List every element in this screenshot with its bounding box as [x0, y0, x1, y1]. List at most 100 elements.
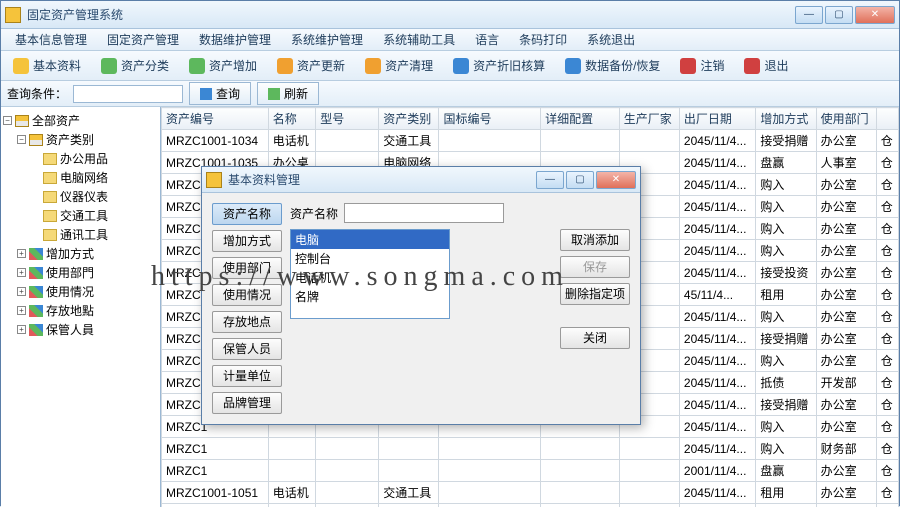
asset-name-input[interactable] — [344, 203, 504, 223]
column-header[interactable]: 资产编号 — [162, 108, 269, 130]
category-button[interactable]: 保管人员 — [212, 338, 282, 360]
column-header[interactable]: 详细配置 — [541, 108, 620, 130]
query-button[interactable]: 查询 — [189, 82, 251, 105]
tree-group[interactable]: +保管人員 — [3, 320, 158, 339]
toolbar-button[interactable]: 资产增加 — [181, 54, 265, 77]
column-header[interactable]: 使用部门 — [816, 108, 876, 130]
column-header[interactable]: 生产厂家 — [619, 108, 679, 130]
dialog-close-button[interactable]: ✕ — [596, 171, 636, 189]
table-row[interactable]: MRZC1001-1051电话机交通工具2045/11/4...租用办公室仓 — [162, 482, 899, 504]
tree-panel: −全部资产−资产类别办公用品电脑网络仪器仪表交通工具通讯工具+增加方式+使用部門… — [1, 107, 161, 507]
menu-item[interactable]: 系统辅助工具 — [373, 28, 465, 51]
toolbar-button[interactable]: 资产分类 — [93, 54, 177, 77]
category-button[interactable]: 存放地点 — [212, 311, 282, 333]
tree-root[interactable]: −全部资产 — [3, 111, 158, 130]
dialog-minimize-button[interactable]: — — [536, 171, 564, 189]
dialog-maximize-button[interactable]: ▢ — [566, 171, 594, 189]
tree-category[interactable]: −资产类别 — [3, 130, 158, 149]
close-button[interactable]: ✕ — [855, 6, 895, 24]
tree-leaf[interactable]: 仪器仪表 — [3, 187, 158, 206]
category-button[interactable]: 计量单位 — [212, 365, 282, 387]
toolbar-button[interactable]: 数据备份/恢复 — [557, 54, 668, 77]
search-input[interactable] — [73, 85, 183, 103]
tree-toggle[interactable]: + — [17, 287, 26, 296]
column-header[interactable]: 名称 — [268, 108, 316, 130]
toolbar-button[interactable]: 资产折旧核算 — [445, 54, 553, 77]
window-title: 固定资产管理系统 — [27, 6, 795, 23]
menu-item[interactable]: 系统维护管理 — [281, 28, 373, 51]
close-dialog-button[interactable]: 关闭 — [560, 327, 630, 349]
tree-toggle[interactable]: − — [17, 135, 26, 144]
save-button[interactable]: 保存 — [560, 256, 630, 278]
list-option[interactable]: 电脑 — [291, 230, 449, 249]
delete-selected-button[interactable]: 删除指定项 — [560, 283, 630, 305]
toolbar-icon — [565, 58, 581, 74]
toolbar-button[interactable]: 资产清理 — [357, 54, 441, 77]
toolbar-icon — [680, 58, 696, 74]
column-header[interactable]: 国标编号 — [439, 108, 541, 130]
table-row[interactable]: MRZC12045/11/4...购入财务部仓 — [162, 438, 899, 460]
menu-item[interactable]: 数据维护管理 — [189, 28, 281, 51]
tree-leaf[interactable]: 电脑网络 — [3, 168, 158, 187]
minimize-button[interactable]: — — [795, 6, 823, 24]
table-row[interactable]: MRZC12001/11/4...盘赢办公室仓 — [162, 460, 899, 482]
menu-item[interactable]: 条码打印 — [509, 28, 577, 51]
tree-group[interactable]: +使用部門 — [3, 263, 158, 282]
tree-icon — [43, 210, 57, 222]
menu-item[interactable]: 语言 — [465, 28, 509, 51]
tree-leaf[interactable]: 通讯工具 — [3, 225, 158, 244]
menu-item[interactable]: 系统退出 — [577, 28, 645, 51]
category-button[interactable]: 品牌管理 — [212, 392, 282, 414]
tree-icon — [29, 134, 43, 146]
tree-leaf[interactable]: 交通工具 — [3, 206, 158, 225]
menu-item[interactable]: 固定资产管理 — [97, 28, 189, 51]
toolbar-button[interactable]: 注销 — [672, 54, 732, 77]
category-button[interactable]: 使用部门 — [212, 257, 282, 279]
toolbar-button[interactable]: 基本资料 — [5, 54, 89, 77]
dialog-title: 基本资料管理 — [228, 171, 536, 188]
dialog-icon — [206, 172, 222, 188]
tree-icon — [15, 115, 29, 127]
cancel-add-button[interactable]: 取消添加 — [560, 229, 630, 251]
list-option[interactable]: 控制台 — [291, 249, 449, 268]
tree-leaf[interactable]: 办公用品 — [3, 149, 158, 168]
tree-icon — [43, 229, 57, 241]
maximize-button[interactable]: ▢ — [825, 6, 853, 24]
tree-toggle[interactable]: − — [3, 116, 12, 125]
refresh-button[interactable]: 刷新 — [257, 82, 319, 105]
column-header[interactable]: 型号 — [316, 108, 379, 130]
category-button[interactable]: 资产名称 — [212, 203, 282, 225]
toolbar-icon — [13, 58, 29, 74]
tree-icon — [43, 172, 57, 184]
refresh-icon — [268, 88, 280, 100]
column-header[interactable] — [876, 108, 898, 130]
list-option[interactable]: 电话机 — [291, 268, 449, 287]
toolbar-button[interactable]: 退出 — [736, 54, 796, 77]
table-row[interactable]: MRZC1001-1052电脑办公用品2045/11/6...抵债办公室仓 — [162, 504, 899, 507]
menu-item[interactable]: 基本信息管理 — [5, 28, 97, 51]
column-header[interactable]: 出厂日期 — [679, 108, 755, 130]
tree-group[interactable]: +增加方式 — [3, 244, 158, 263]
list-option[interactable]: 名牌 — [291, 287, 449, 306]
tree-toggle[interactable]: + — [17, 306, 26, 315]
toolbar-icon — [365, 58, 381, 74]
tree-group[interactable]: +存放地點 — [3, 301, 158, 320]
tree-group[interactable]: +使用情况 — [3, 282, 158, 301]
search-icon — [200, 88, 212, 100]
column-header[interactable]: 资产类别 — [379, 108, 439, 130]
table-row[interactable]: MRZC1001-1034电话机交通工具2045/11/4...接受捐赠办公室仓 — [162, 130, 899, 152]
basic-data-dialog: 基本资料管理 — ▢ ✕ 资产名称增加方式使用部门使用情况存放地点保管人员计量单… — [201, 166, 641, 425]
tree-icon — [29, 324, 43, 336]
search-bar: 查询条件： 查询 刷新 — [1, 81, 899, 107]
toolbar-button[interactable]: 资产更新 — [269, 54, 353, 77]
tree-toggle[interactable]: + — [17, 249, 26, 258]
toolbar-icon — [453, 58, 469, 74]
category-button[interactable]: 增加方式 — [212, 230, 282, 252]
menubar: 基本信息管理固定资产管理数据维护管理系统维护管理系统辅助工具语言条码打印系统退出 — [1, 29, 899, 51]
titlebar: 固定资产管理系统 — ▢ ✕ — [1, 1, 899, 29]
column-header[interactable]: 增加方式 — [756, 108, 816, 130]
tree-toggle[interactable]: + — [17, 325, 26, 334]
tree-toggle[interactable]: + — [17, 268, 26, 277]
options-listbox[interactable]: 电脑控制台电话机名牌 — [290, 229, 450, 319]
category-button[interactable]: 使用情况 — [212, 284, 282, 306]
